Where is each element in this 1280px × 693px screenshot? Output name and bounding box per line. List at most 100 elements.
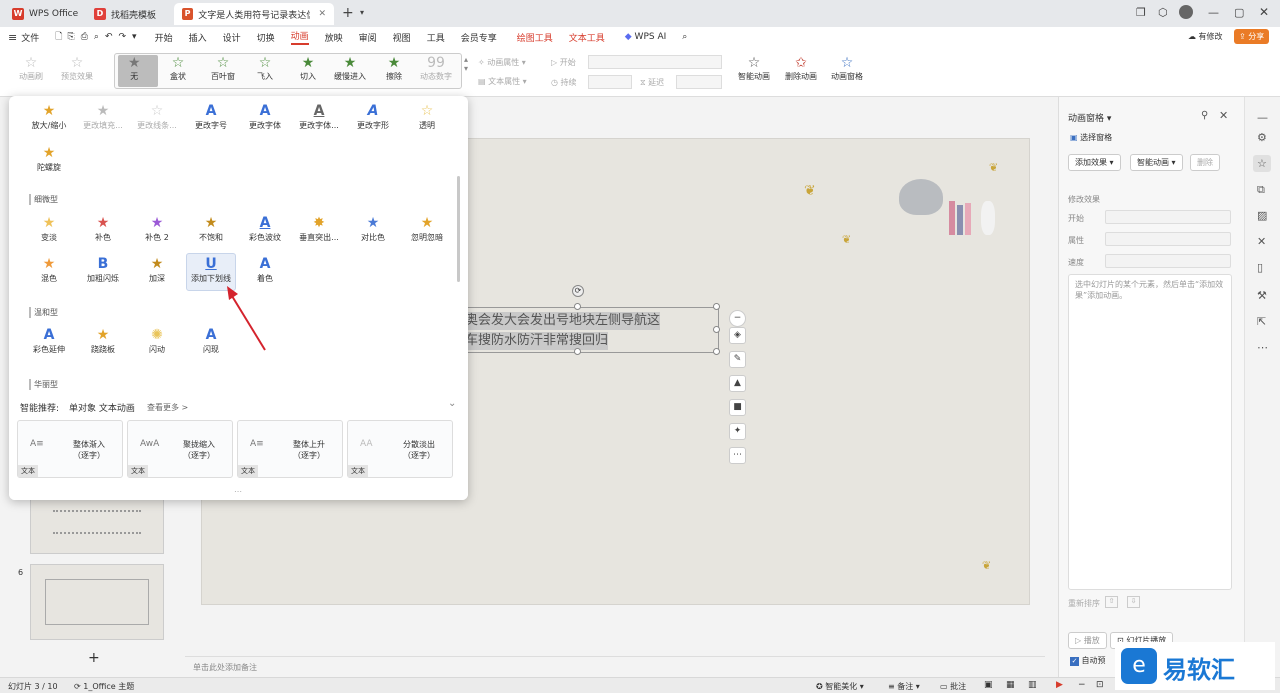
effect-fade[interactable]: ★ 变淡 [24, 214, 74, 243]
smart-anim-button[interactable]: ☆ 智能动画 [738, 55, 770, 82]
menu-drawing-tools[interactable]: 绘图工具 [517, 31, 553, 44]
select-pane-button[interactable]: ▣ 选择窗格 [1070, 132, 1112, 143]
effect-spin[interactable]: ★ 陀螺旋 [24, 144, 74, 173]
resize-handle[interactable] [713, 326, 720, 333]
effect-change-line[interactable]: ☆ 更改线条... [132, 102, 182, 131]
start-select[interactable] [588, 55, 722, 69]
resize-handle[interactable] [574, 348, 581, 355]
more-icon[interactable]: ⋯ [1257, 341, 1268, 354]
recommend-card-1[interactable]: A≡ 整体渐入 （逐字） 文本 [17, 420, 123, 478]
effect-change-font[interactable]: A 更改字体 [240, 102, 290, 131]
animation-pane-title[interactable]: 动画窗格 ▾ [1068, 111, 1111, 124]
effect-blend[interactable]: ★ 混色 [24, 255, 74, 284]
effect-contrast[interactable]: ★ 对比色 [348, 214, 398, 243]
share-button[interactable]: ⇪ 分享 [1234, 29, 1270, 44]
effect-none[interactable]: ★ 无 [128, 55, 141, 82]
effect-complement-2[interactable]: ★ 补色 2 [132, 214, 182, 243]
save-icon[interactable]: 🗋 [55, 29, 62, 45]
effect-cut-in[interactable]: ★ 切入 [300, 55, 316, 82]
effect-fly-in[interactable]: ☆ 飞入 [257, 55, 273, 82]
animation-list[interactable]: 选中幻灯片的某个元素，然后单击“添加效果”添加动画。 [1068, 274, 1232, 590]
preview-effect-button[interactable]: ☆ 预览效果 [61, 55, 93, 82]
effect-flash[interactable]: ✺ 闪动 [132, 326, 182, 355]
menu-file[interactable]: 文件 [21, 31, 39, 44]
move-down-button[interactable]: ⇩ [1127, 596, 1140, 608]
rotate-handle[interactable]: ⟳ [572, 285, 584, 297]
cube-icon[interactable]: ⬡ [1158, 6, 1168, 19]
fit-icon[interactable]: ⊡ [1096, 680, 1104, 690]
effect-change-fill[interactable]: ★ 更改填充... [78, 102, 128, 131]
chevron-down-icon[interactable]: ⌄ [448, 398, 456, 409]
properties-icon[interactable]: ⚙ [1257, 131, 1267, 144]
more-icon[interactable]: ▾ [132, 32, 137, 42]
search-icon[interactable]: ⌕ [682, 32, 687, 42]
print-icon[interactable]: ⎙ [81, 32, 88, 42]
popup-scrollbar[interactable] [457, 176, 460, 282]
text-box[interactable]: 奥会发大会发出号地块左侧导航这 车搜防水防汗非常搜回归 [464, 307, 719, 353]
collapse-rail-icon[interactable]: — [1257, 111, 1268, 124]
redo-icon[interactable]: ↷ [118, 32, 126, 42]
menu-text-tools[interactable]: 文本工具 [569, 31, 605, 44]
add-slide-button[interactable]: + [88, 650, 100, 666]
minimize-icon[interactable]: — [1208, 6, 1219, 19]
close-pane-icon[interactable]: ✕ [1219, 109, 1228, 122]
border-icon[interactable]: ■ [729, 399, 746, 416]
effect-seesaw[interactable]: ★ 跷跷板 [78, 326, 128, 355]
beautify-button[interactable]: ✪ 智能美化 ▾ [816, 681, 864, 692]
fill-icon[interactable]: ▲ [729, 375, 746, 392]
effect-blinds[interactable]: ☆ 百叶窗 [211, 55, 235, 82]
new-tab-button[interactable]: + [342, 5, 354, 21]
menu-transition[interactable]: 切换 [257, 31, 275, 44]
delete-pane-button[interactable]: 删除 [1190, 154, 1220, 171]
effect-complement[interactable]: ★ 补色 [78, 214, 128, 243]
effect-slow-enter[interactable]: ★ 缓慢进入 [334, 55, 366, 82]
recommend-card-3[interactable]: A≡ 整体上升 （逐字） 文本 [237, 420, 343, 478]
share-icon[interactable]: ⇱ [1257, 315, 1266, 328]
image-icon[interactable]: ▨ [1257, 209, 1267, 222]
notes-area[interactable]: 单击此处添加备注 [185, 656, 1045, 676]
reading-view-icon[interactable]: ▥ [1028, 680, 1037, 690]
effect-desaturate[interactable]: ★ 不饱和 [186, 214, 236, 243]
effect-box[interactable]: ☆ 盒状 [170, 55, 186, 82]
autopreview-checkbox[interactable]: ✓ 自动预 [1070, 655, 1106, 666]
chevron-down-icon[interactable]: ▾ [360, 8, 364, 17]
play-button[interactable]: ▷ 播放 [1068, 632, 1107, 649]
export-icon[interactable]: ⎘ [67, 32, 74, 42]
tab-document[interactable]: P 文字是人类用符号记录表达信息以 ✕ [174, 3, 334, 25]
tab-daoke[interactable]: D 找稻壳模板 [86, 3, 164, 25]
effect-bold-flash[interactable]: B 加粗闪烁 [78, 255, 128, 284]
smart-anim-pane-button[interactable]: 智能动画 ▾ [1130, 154, 1183, 171]
recommend-card-4[interactable]: AA 分散淡出 （逐字） 文本 [347, 420, 453, 478]
move-up-button[interactable]: ⇧ [1105, 596, 1118, 608]
menu-member[interactable]: 会员专享 [461, 31, 497, 44]
effect-flicker[interactable]: ★ 忽明忽暗 [402, 214, 452, 243]
effect-color-extend[interactable]: A 彩色延伸 [24, 326, 74, 355]
menu-slideshow[interactable]: 放映 [325, 31, 343, 44]
delay-input[interactable] [676, 75, 722, 89]
pen-icon[interactable]: ✎ [729, 351, 746, 368]
resize-handle[interactable] [713, 303, 720, 310]
resize-handle[interactable] [713, 348, 720, 355]
notes-button[interactable]: ≡ 备注 ▾ [888, 681, 920, 692]
wps-ai-button[interactable]: ◆ WPS AI [625, 32, 667, 42]
pin-icon[interactable]: ⚲ [1201, 110, 1208, 121]
preview-icon[interactable]: ⌕ [94, 32, 99, 42]
normal-view-icon[interactable]: ▣ [984, 680, 993, 690]
delete-anim-button[interactable]: ✩ 删除动画 [785, 55, 817, 82]
modified-button[interactable]: ☁ 有修改 [1188, 31, 1223, 42]
tab-wps-office[interactable]: W WPS Office [4, 3, 86, 25]
copy-icon[interactable]: ⧉ [1257, 183, 1265, 197]
effect-dynamic-number[interactable]: 99 动态数字 [420, 55, 452, 82]
anim-pane-button[interactable]: ☆ 动画窗格 [831, 55, 863, 82]
menu-start[interactable]: 开始 [155, 31, 173, 44]
effect-wipe[interactable]: ★ 擦除 [386, 55, 402, 82]
menu-insert[interactable]: 插入 [189, 31, 207, 44]
close-icon[interactable]: ✕ [1259, 5, 1269, 19]
restore-icon[interactable]: ▢ [1234, 6, 1244, 19]
avatar[interactable] [1179, 5, 1193, 19]
magic-icon[interactable]: ✦ [729, 423, 746, 440]
see-more-link[interactable]: 查看更多 > [147, 402, 188, 413]
undo-icon[interactable]: ↶ [105, 32, 113, 42]
settings-icon[interactable]: ⚒ [1257, 289, 1267, 302]
effect-change-fontcolor[interactable]: A 更改字体... [294, 102, 344, 131]
